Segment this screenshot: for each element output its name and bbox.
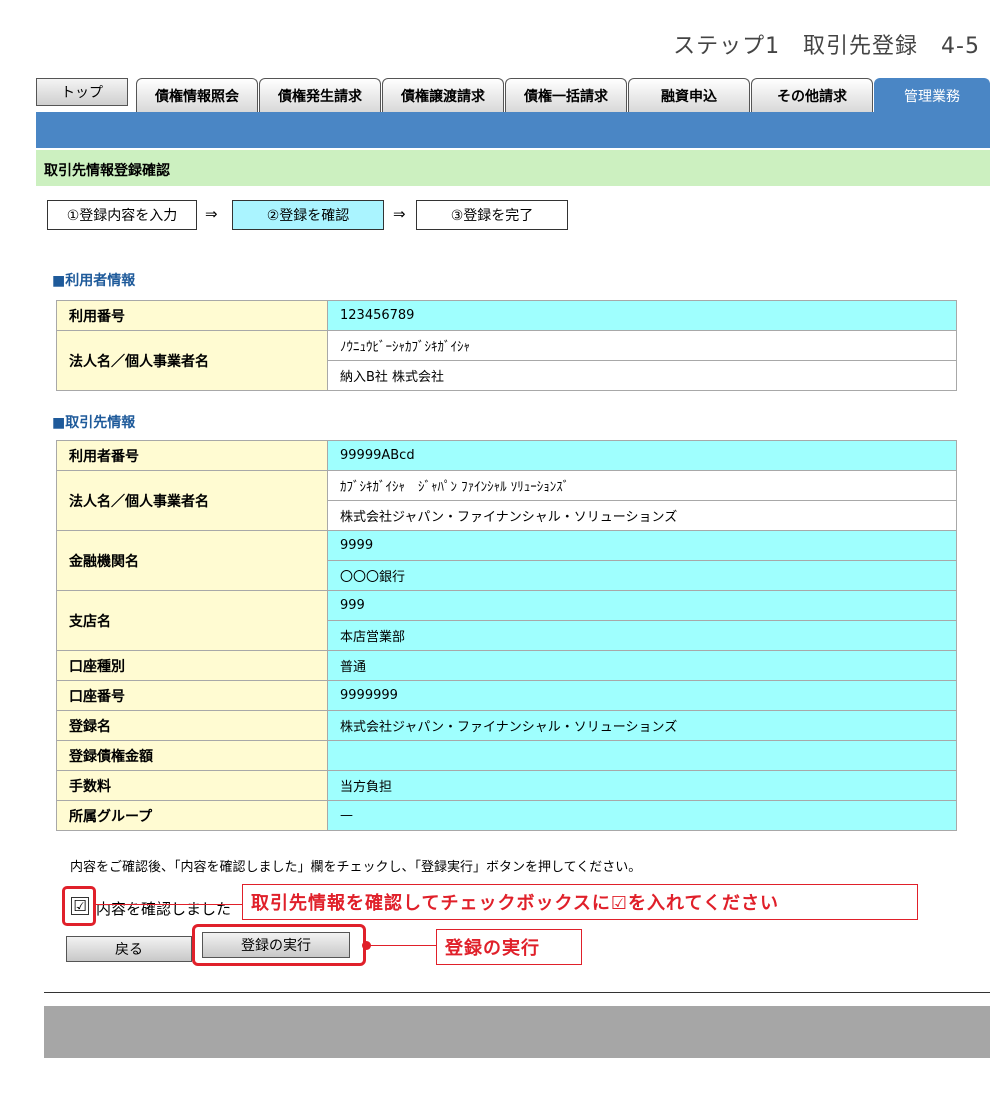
value-registered-name: 株式会社ジャパン・ファイナンシャル・ソリューションズ <box>327 710 957 741</box>
value-corp-name: 納入B社 株式会社 <box>327 360 957 391</box>
value-partner-corp-kana: ｶﾌﾞｼｷｶﾞｲｼｬ ｼﾞｬﾊﾟﾝ ﾌｧｲﾝｼｬﾙ ｿﾘｭｰｼｮﾝｽﾞ <box>327 470 957 501</box>
page-title: 取引先情報登録確認 <box>36 150 990 186</box>
sub-nav-bar <box>36 112 990 148</box>
callout-check-instruction: 取引先情報を確認してチェックボックスに☑を入れてください <box>242 884 918 920</box>
tab-financing[interactable]: 融資申込 <box>628 78 750 112</box>
value-user-number: 123456789 <box>327 300 957 331</box>
value-account-type: 普通 <box>327 650 957 681</box>
step-confirm: ②登録を確認 <box>232 200 384 230</box>
tab-other-requests[interactable]: その他請求 <box>751 78 873 112</box>
label-corp-name: 法人名／個人事業者名 <box>56 330 328 391</box>
table-row: 登録債権金額 <box>56 740 957 771</box>
table-row: 金融機関名 9999 <box>56 530 957 591</box>
table-row: 支店名 999 <box>56 590 957 651</box>
instruction-text: 内容をご確認後、「内容を確認しました」欄をチェックし、「登録実行」ボタンを押して… <box>70 860 642 875</box>
value-amount <box>327 740 957 771</box>
table-row: 利用者番号 99999ABcd <box>56 440 957 471</box>
table-row: 手数料 当方負担 <box>56 770 957 801</box>
label-partner-user-number: 利用者番号 <box>56 440 328 471</box>
table-row: 登録名 株式会社ジャパン・ファイナンシャル・ソリューションズ <box>56 710 957 741</box>
label-group: 所属グループ <box>56 800 328 831</box>
back-button[interactable]: 戻る <box>66 936 192 962</box>
step-input: ①登録内容を入力 <box>47 200 197 230</box>
step-complete: ③登録を完了 <box>416 200 568 230</box>
tab-claim-transfer[interactable]: 債権譲渡請求 <box>382 78 504 112</box>
tab-management[interactable]: 管理業務 <box>874 78 990 112</box>
tab-claim-issue[interactable]: 債権発生請求 <box>259 78 381 112</box>
table-row: 法人名／個人事業者名 ｶﾌﾞｼｷｶﾞｲｼｬ ｼﾞｬﾊﾟﾝ ﾌｧｲﾝｼｬﾙ ｿﾘｭ… <box>56 470 957 531</box>
callout-connector-execute <box>370 945 436 946</box>
label-user-number: 利用番号 <box>56 300 328 331</box>
label-partner-corp-name: 法人名／個人事業者名 <box>56 470 328 531</box>
main-nav-tabs: トップ 債権情報照会 債権発生請求 債権譲渡請求 債権一括請求 融資申込 その他… <box>36 78 990 112</box>
user-info-table: 利用番号 123456789 法人名／個人事業者名 ﾉｳﾆｭｳﾋﾞｰｼｬｶﾌﾞｼ… <box>56 300 957 391</box>
table-row: 法人名／個人事業者名 ﾉｳﾆｭｳﾋﾞｰｼｬｶﾌﾞｼｷｶﾞｲｼｬ <box>56 330 957 391</box>
label-account-type: 口座種別 <box>56 650 328 681</box>
value-partner-corp-name: 株式会社ジャパン・ファイナンシャル・ソリューションズ <box>327 500 957 531</box>
tab-claim-bulk[interactable]: 債権一括請求 <box>505 78 627 112</box>
table-row: 口座番号 9999999 <box>56 680 957 711</box>
label-branch: 支店名 <box>56 590 328 651</box>
value-fee: 当方負担 <box>327 770 957 801</box>
tab-claim-inquiry[interactable]: 債権情報照会 <box>136 78 258 112</box>
table-row: 利用番号 123456789 <box>56 300 957 331</box>
label-bank: 金融機関名 <box>56 530 328 591</box>
table-row: 所属グループ — <box>56 800 957 831</box>
label-registered-name: 登録名 <box>56 710 328 741</box>
label-amount: 登録債権金額 <box>56 740 328 771</box>
step-title: ステップ1 取引先登録 4-5 <box>673 34 980 59</box>
arrow-1: ⇒ <box>205 205 218 223</box>
arrow-2: ⇒ <box>393 205 406 223</box>
confirm-checkbox-label[interactable]: 内容を確認しました <box>96 898 231 919</box>
value-account-number: 9999999 <box>327 680 957 711</box>
value-branch-code: 999 <box>327 590 957 621</box>
label-fee: 手数料 <box>56 770 328 801</box>
footer-bar <box>44 1006 990 1058</box>
confirm-checkbox[interactable]: ☑ <box>71 897 89 915</box>
footer-divider <box>44 992 990 993</box>
execute-button[interactable]: 登録の実行 <box>202 932 350 958</box>
label-account-number: 口座番号 <box>56 680 328 711</box>
tab-top[interactable]: トップ <box>36 78 128 106</box>
user-info-heading: ■利用者情報 <box>52 273 136 289</box>
partner-info-table: 利用者番号 99999ABcd 法人名／個人事業者名 ｶﾌﾞｼｷｶﾞｲｼｬ ｼﾞ… <box>56 440 957 831</box>
value-bank-name: 〇〇〇銀行 <box>327 560 957 591</box>
value-bank-code: 9999 <box>327 530 957 561</box>
value-group: — <box>327 800 957 831</box>
value-branch-name: 本店営業部 <box>327 620 957 651</box>
table-row: 口座種別 普通 <box>56 650 957 681</box>
partner-info-heading: ■取引先情報 <box>52 415 136 431</box>
callout-connector-check <box>96 904 242 905</box>
value-corp-name-kana: ﾉｳﾆｭｳﾋﾞｰｼｬｶﾌﾞｼｷｶﾞｲｼｬ <box>327 330 957 361</box>
value-partner-user-number: 99999ABcd <box>327 440 957 471</box>
callout-execute: 登録の実行 <box>436 929 582 965</box>
